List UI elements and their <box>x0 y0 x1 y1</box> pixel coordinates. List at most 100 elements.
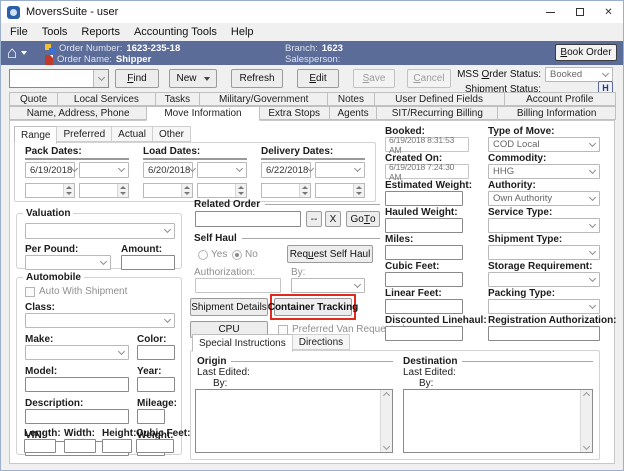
tab-move-information[interactable]: Move Information <box>146 106 259 121</box>
authority-select[interactable]: Own Authority <box>488 191 600 206</box>
spin-down-icon <box>302 192 308 195</box>
container-tracking-button[interactable]: Container Tracking <box>274 298 352 316</box>
related-order-browse-button[interactable]: -- <box>306 211 322 227</box>
search-dropdown-button[interactable] <box>93 70 108 87</box>
home-button[interactable]: ⌂ <box>7 42 41 63</box>
width-field[interactable] <box>64 439 96 453</box>
delivery-date-start-select[interactable]: 6/22/2018 <box>261 162 311 178</box>
hauled-weight-field[interactable] <box>385 218 463 233</box>
request-self-haul-button[interactable]: Request Self Haul <box>287 245 373 263</box>
registration-authorization-field[interactable] <box>488 326 600 341</box>
pack-time-start-spinner[interactable] <box>25 183 75 198</box>
order-name-icon <box>45 55 53 65</box>
delivery-date-end-select[interactable] <box>315 162 365 178</box>
description-field[interactable] <box>25 409 129 424</box>
amount-field[interactable] <box>121 255 175 270</box>
related-order-clear-button[interactable]: X <box>325 211 341 227</box>
service-type-select[interactable] <box>488 218 600 233</box>
pack-time-end-spinner[interactable] <box>79 183 129 198</box>
packing-type-select[interactable] <box>488 299 600 314</box>
mileage-field[interactable] <box>137 409 165 424</box>
divider <box>231 361 393 362</box>
class-select[interactable] <box>25 313 175 328</box>
subtab-other[interactable]: Other <box>152 126 191 142</box>
go-to-button[interactable]: Go To <box>346 211 380 227</box>
tab-extra-stops[interactable]: Extra Stops <box>259 106 330 120</box>
pack-date-start-select[interactable]: 6/19/2018 <box>25 162 75 178</box>
load-time-end-spinner[interactable] <box>197 183 247 198</box>
order-search-combo[interactable] <box>9 69 109 88</box>
destination-instructions-textarea[interactable] <box>403 389 593 453</box>
linear-feet-field[interactable] <box>385 299 463 314</box>
valuation-select[interactable] <box>25 223 175 239</box>
subtab-actual[interactable]: Actual <box>111 126 153 142</box>
pack-date-end-select[interactable] <box>79 162 129 178</box>
tab-notes[interactable]: Notes <box>327 92 374 106</box>
tab-account-profile[interactable]: Account Profile <box>504 92 616 106</box>
tab-directions[interactable]: Directions <box>292 334 350 350</box>
tab-military-government[interactable]: Military/Government <box>199 92 328 106</box>
menu-accounting-tools[interactable]: Accounting Tools <box>127 26 224 38</box>
chevron-down-icon <box>118 165 125 172</box>
maximize-button[interactable] <box>565 1 594 23</box>
per-pound-select[interactable] <box>25 255 111 270</box>
tab-name-address-phone[interactable]: Name, Address, Phone <box>9 106 147 120</box>
chevron-down-icon <box>589 220 596 227</box>
find-button[interactable]: Find <box>115 69 159 88</box>
refresh-button[interactable]: Refresh <box>231 69 283 88</box>
tab-agents[interactable]: Agents <box>329 106 378 120</box>
color-field[interactable] <box>137 345 175 360</box>
cubic-feet-summary-field[interactable] <box>385 272 463 287</box>
shipment-details-button[interactable]: Shipment Details <box>190 298 268 316</box>
year-field[interactable] <box>137 377 175 392</box>
make-select[interactable] <box>25 345 129 360</box>
load-date-end-select[interactable] <box>197 162 247 178</box>
delivery-time-start-spinner[interactable] <box>261 183 311 198</box>
cubic-feet-field[interactable] <box>136 439 174 453</box>
tab-quote[interactable]: Quote <box>9 92 58 106</box>
discounted-linehaul-field[interactable] <box>385 326 463 341</box>
edit-button[interactable]: Edit <box>297 69 339 88</box>
tab-local-services[interactable]: Local Services <box>57 92 156 106</box>
load-time-start-spinner[interactable] <box>143 183 193 198</box>
menu-help[interactable]: Help <box>224 26 261 38</box>
tab-special-instructions[interactable]: Special Instructions <box>192 334 293 352</box>
order-search-input[interactable] <box>10 70 93 87</box>
scrollbar[interactable] <box>580 390 592 452</box>
spin-down-icon <box>184 192 190 195</box>
menu-file[interactable]: File <box>3 26 35 38</box>
tab-user-defined-fields[interactable]: User Defined Fields <box>374 92 505 106</box>
self-haul-by-select <box>291 278 365 293</box>
type-of-move-select[interactable]: COD Local <box>488 137 600 152</box>
mss-order-status-select[interactable]: Booked <box>545 67 613 82</box>
storage-requirement-select[interactable] <box>488 272 600 287</box>
model-field[interactable] <box>25 377 129 392</box>
tab-billing-information[interactable]: Billing Information <box>497 106 616 120</box>
tab-tasks[interactable]: Tasks <box>155 92 200 106</box>
menu-reports[interactable]: Reports <box>74 26 127 38</box>
minimize-button[interactable] <box>536 1 565 23</box>
height-field[interactable] <box>102 439 132 453</box>
length-field[interactable] <box>24 439 56 453</box>
spin-up-icon <box>238 186 244 189</box>
tab-sit-recurring-billing[interactable]: SIT/Recurring Billing <box>376 106 498 120</box>
shipment-type-select[interactable] <box>488 245 600 260</box>
related-order-field[interactable] <box>195 211 301 227</box>
close-button[interactable]: ✕ <box>594 1 623 23</box>
self-haul-no-radio: No <box>232 249 258 260</box>
new-button[interactable]: New <box>169 69 217 88</box>
commodity-select[interactable]: HHG <box>488 164 600 179</box>
menu-tools[interactable]: Tools <box>35 26 75 38</box>
destination-last-edited-label: Last Edited: <box>403 367 456 378</box>
scrollbar[interactable] <box>380 390 392 452</box>
book-order-button[interactable]: Book Order <box>555 44 617 61</box>
estimated-weight-field[interactable] <box>385 191 463 206</box>
miles-field[interactable] <box>385 245 463 260</box>
hauled-weight-label: Hauled Weight: <box>385 207 458 218</box>
delivery-time-end-spinner[interactable] <box>315 183 365 198</box>
packing-type-label: Packing Type: <box>488 288 555 299</box>
subtab-range[interactable]: Range <box>14 126 57 144</box>
origin-instructions-textarea[interactable] <box>195 389 393 453</box>
subtab-preferred[interactable]: Preferred <box>56 126 112 142</box>
load-date-start-select[interactable]: 6/20/2018 <box>143 162 193 178</box>
